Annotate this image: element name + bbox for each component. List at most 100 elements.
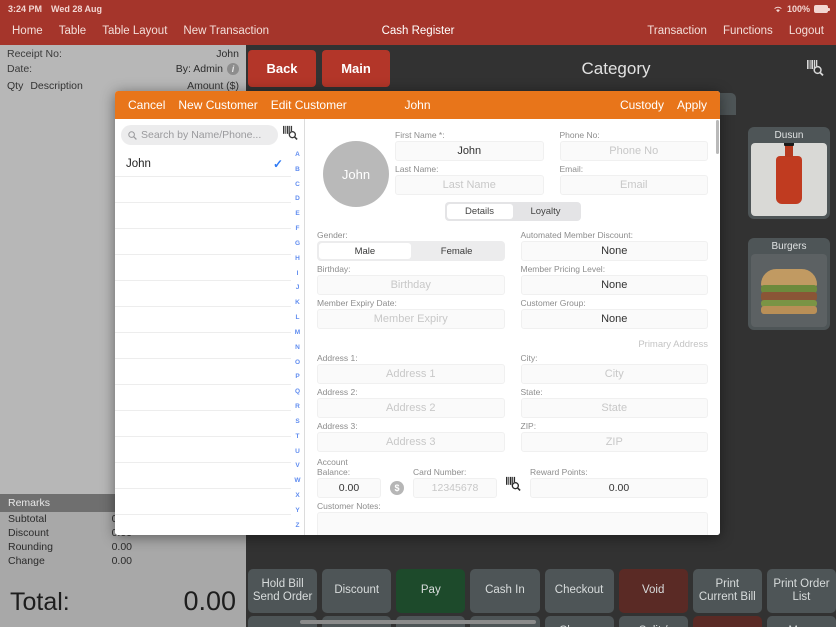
pay-button[interactable]: Pay: [396, 569, 466, 613]
change-table-button[interactable]: ChangeTable: [544, 616, 614, 627]
alpha-w[interactable]: W: [294, 477, 300, 484]
modal-scrollbar[interactable]: [716, 120, 719, 154]
avatar[interactable]: John: [323, 141, 389, 207]
list-item[interactable]: [115, 515, 291, 535]
list-item[interactable]: [115, 489, 291, 515]
alpha-v[interactable]: V: [295, 462, 299, 469]
list-item[interactable]: [115, 333, 291, 359]
address1-field[interactable]: Address 1: [317, 364, 505, 384]
list-item[interactable]: [115, 203, 291, 229]
alphabet-index[interactable]: A B C D E F G H I J K L M N O P Q R S T …: [291, 149, 304, 531]
alpha-i[interactable]: I: [297, 270, 299, 277]
nav-functions[interactable]: Functions: [723, 25, 773, 37]
list-item[interactable]: [115, 437, 291, 463]
card-number-field[interactable]: 12345678: [413, 478, 497, 498]
list-item[interactable]: [115, 385, 291, 411]
alpha-n[interactable]: N: [295, 344, 300, 351]
list-item[interactable]: [115, 255, 291, 281]
first-name-field[interactable]: John: [395, 141, 544, 161]
alpha-u[interactable]: U: [295, 448, 300, 455]
alpha-o[interactable]: O: [295, 359, 300, 366]
barcode-scan-icon[interactable]: [506, 476, 521, 496]
email-field[interactable]: Email: [559, 175, 708, 195]
alpha-f[interactable]: F: [296, 225, 300, 232]
tab-loyalty[interactable]: Loyalty: [513, 204, 579, 219]
alpha-m[interactable]: M: [295, 329, 300, 336]
nav-transaction[interactable]: Transaction: [647, 25, 707, 37]
apply-button[interactable]: Apply: [677, 98, 707, 112]
gender-female-option[interactable]: Female: [411, 243, 503, 259]
alpha-s[interactable]: S: [295, 418, 299, 425]
list-item[interactable]: [115, 307, 291, 333]
account-balance-field[interactable]: 0.00: [317, 478, 381, 498]
alpha-r[interactable]: R: [295, 403, 300, 410]
city-field[interactable]: City: [520, 364, 708, 384]
state-field[interactable]: State: [520, 398, 708, 418]
barcode-scan-icon[interactable]: [807, 59, 824, 81]
dollar-icon[interactable]: $: [390, 481, 404, 495]
tab-details[interactable]: Details: [446, 204, 513, 219]
birthday-field[interactable]: Birthday: [317, 275, 505, 295]
checkout-button[interactable]: Checkout: [544, 569, 614, 613]
new-customer-button[interactable]: New Customer: [178, 98, 257, 112]
split-change-bill-button[interactable]: Split /Change Bill: [618, 616, 688, 627]
back-button[interactable]: Back: [248, 50, 316, 87]
alpha-y[interactable]: Y: [295, 507, 299, 514]
product-card-burgers[interactable]: Burgers: [748, 238, 830, 330]
main-button[interactable]: Main: [322, 50, 390, 87]
list-item[interactable]: [115, 177, 291, 203]
alpha-k[interactable]: K: [295, 299, 300, 306]
auto-discount-select[interactable]: None: [520, 241, 708, 261]
custody-button[interactable]: Custody: [620, 98, 664, 112]
more-functions-button[interactable]: MoreFunctions: [766, 616, 836, 627]
nav-table[interactable]: Table: [59, 25, 87, 37]
address3-field[interactable]: Address 3: [317, 432, 505, 452]
cash-in-button[interactable]: Cash In: [470, 569, 540, 613]
list-item[interactable]: [115, 229, 291, 255]
zip-field[interactable]: ZIP: [520, 432, 708, 452]
alpha-e[interactable]: E: [295, 210, 299, 217]
nav-new-transaction[interactable]: New Transaction: [183, 25, 269, 37]
edit-order-button[interactable]: Edit Order: [692, 616, 762, 627]
alpha-d[interactable]: D: [295, 195, 300, 202]
barcode-scan-icon[interactable]: [283, 125, 298, 145]
last-name-field[interactable]: Last Name: [395, 175, 544, 195]
address2-field[interactable]: Address 2: [317, 398, 505, 418]
alpha-q[interactable]: Q: [295, 388, 300, 395]
alpha-x[interactable]: X: [295, 492, 299, 499]
customer-group-select[interactable]: None: [520, 309, 708, 329]
hold-bill-send-order-button[interactable]: Hold Bill Send Order: [248, 569, 318, 613]
alpha-l[interactable]: L: [296, 314, 300, 321]
alpha-t[interactable]: T: [296, 433, 300, 440]
list-item[interactable]: [115, 281, 291, 307]
nav-home[interactable]: Home: [12, 25, 43, 37]
product-card-dusun[interactable]: Dusun: [748, 127, 830, 219]
gender-male-option[interactable]: Male: [319, 243, 411, 259]
alpha-a[interactable]: A: [295, 151, 300, 158]
print-order-list-button[interactable]: Print Order List: [766, 569, 836, 613]
phone-field[interactable]: Phone No: [559, 141, 708, 161]
remarks-label[interactable]: Remarks: [0, 494, 118, 512]
edit-customer-button[interactable]: Edit Customer: [271, 98, 347, 112]
list-item[interactable]: [115, 359, 291, 385]
cancel-button[interactable]: Cancel: [128, 98, 165, 112]
alpha-p[interactable]: P: [295, 373, 299, 380]
reward-points-field[interactable]: 0.00: [530, 478, 708, 498]
alpha-c[interactable]: C: [295, 181, 300, 188]
nav-table-layout[interactable]: Table Layout: [102, 25, 167, 37]
member-expiry-field[interactable]: Member Expiry: [317, 309, 505, 329]
nav-logout[interactable]: Logout: [789, 25, 824, 37]
alpha-z[interactable]: Z: [296, 522, 300, 529]
info-icon[interactable]: i: [227, 63, 239, 75]
list-item[interactable]: John ✓: [115, 151, 291, 177]
alpha-h[interactable]: H: [295, 255, 300, 262]
pricing-level-select[interactable]: None: [520, 275, 708, 295]
list-item[interactable]: [115, 463, 291, 489]
void-button[interactable]: Void: [618, 569, 688, 613]
alpha-j[interactable]: J: [296, 284, 300, 291]
search-input[interactable]: Search by Name/Phone...: [121, 125, 278, 145]
print-current-bill-button[interactable]: Print Current Bill: [692, 569, 762, 613]
customer-notes-field[interactable]: [317, 512, 708, 535]
discount-button[interactable]: Discount: [322, 569, 392, 613]
alpha-b[interactable]: B: [295, 166, 300, 173]
